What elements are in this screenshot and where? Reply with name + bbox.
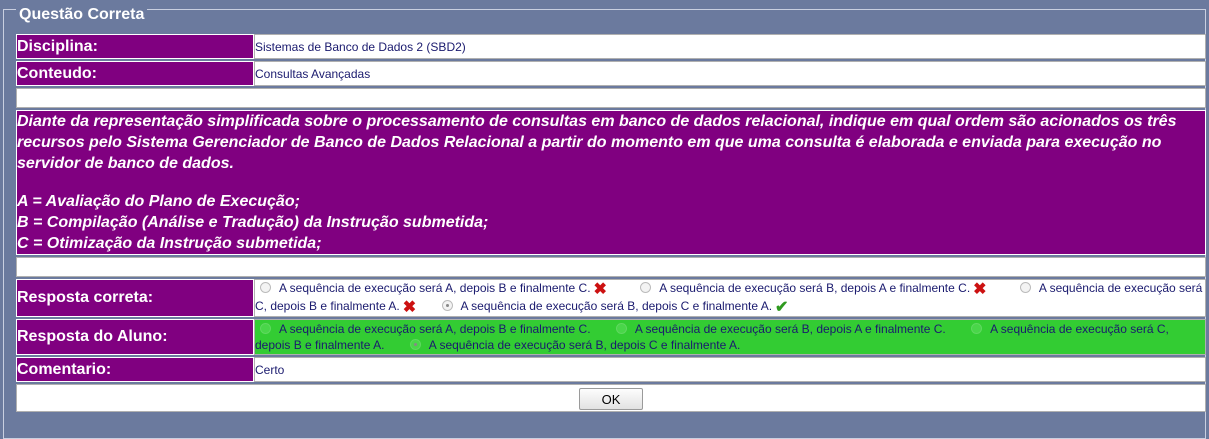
resposta-aluno-label: Resposta do Aluno: (16, 319, 254, 355)
check-icon: ✔ (775, 299, 789, 316)
ok-button[interactable]: OK (579, 388, 643, 410)
correct-option-1: A sequência de execução será A, depois B… (255, 281, 607, 298)
question-table: Disciplina: Sistemas de Banco de Dados 2… (16, 32, 1206, 414)
conteudo-label: Conteudo: (16, 61, 254, 86)
question-item-c: C = Otimização da Instrução submetida; (17, 235, 322, 252)
student-option-4: A sequência de execução será B, depois C… (388, 338, 740, 352)
question-statement-box: Diante da representação simplificada sob… (16, 110, 1206, 255)
disciplina-value: Sistemas de Banco de Dados 2 (SBD2) (254, 34, 1206, 59)
x-icon: ✖ (593, 281, 607, 298)
x-icon: ✖ (402, 299, 417, 316)
radio-button (971, 323, 983, 334)
radio-button (1019, 282, 1031, 293)
correct-option-2: A sequência de execução será B, depois A… (610, 281, 987, 298)
resposta-correta-options: A sequência de execução será A, depois B… (254, 279, 1206, 317)
button-row: OK (16, 384, 1206, 412)
comentario-label: Comentario: (16, 357, 254, 382)
resposta-correta-label: Resposta correta: (16, 279, 254, 317)
disciplina-label: Disciplina: (16, 34, 254, 59)
panel-title: Questão Correta (16, 7, 148, 23)
radio-button (260, 282, 271, 293)
spacer-row (16, 257, 1206, 277)
resposta-aluno-options: A sequência de execução será A, depois B… (254, 319, 1206, 355)
question-item-a: A = Avaliação do Plano de Execução; (17, 193, 300, 210)
radio-button-selected (441, 300, 453, 311)
spacer-row (16, 88, 1206, 108)
radio-button (260, 323, 271, 334)
x-icon: ✖ (973, 281, 987, 298)
question-item-b: B = Compilação (Análise e Tradução) da I… (17, 214, 489, 231)
radio-button-selected (409, 339, 421, 350)
student-option-1: A sequência de execução será A, depois B… (255, 322, 591, 336)
conteudo-value: Consultas Avançadas (254, 61, 1206, 86)
question-statement: Diante da representação simplificada sob… (17, 113, 1177, 172)
student-option-2: A sequência de execução será B, depois A… (594, 322, 946, 336)
comentario-value: Certo (254, 357, 1206, 382)
correct-option-4: A sequência de execução será B, depois C… (420, 299, 789, 316)
radio-button (640, 282, 652, 293)
radio-button (615, 323, 627, 334)
